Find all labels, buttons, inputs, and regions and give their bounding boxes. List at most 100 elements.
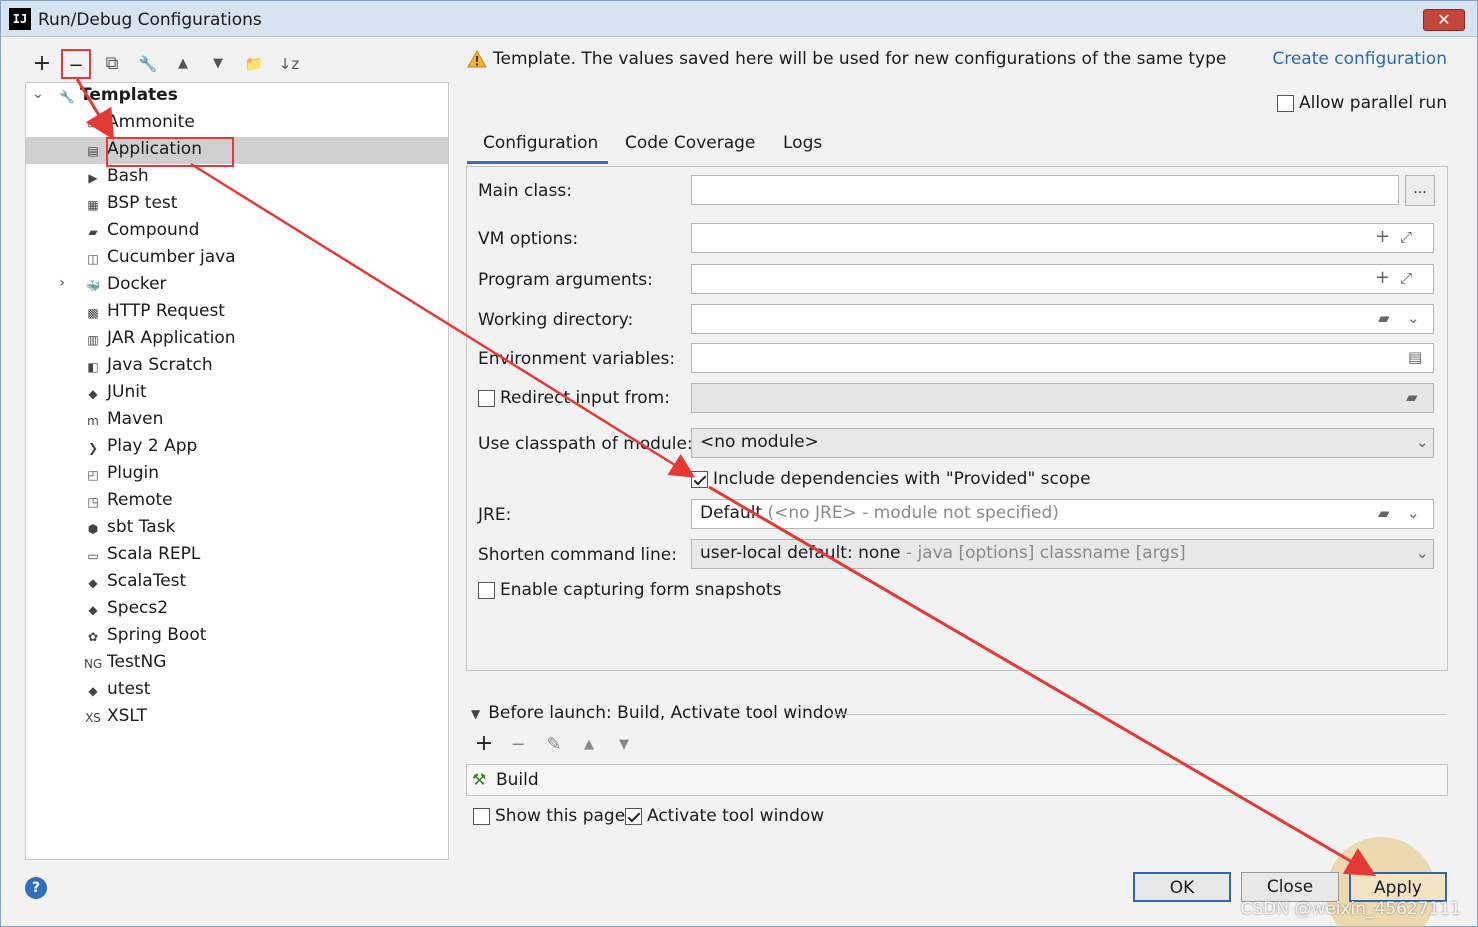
environment-variables-field[interactable]: ▤ (691, 343, 1434, 373)
bash-icon: ▶ (88, 171, 98, 185)
plus-icon[interactable]: + (1375, 226, 1390, 247)
folder-icon[interactable]: ▰ (1378, 504, 1390, 522)
browse-main-class-button[interactable]: ... (1405, 175, 1435, 206)
tree-item[interactable]: ◆ Specs2 (26, 596, 448, 623)
working-directory-field[interactable]: ▰ ⌄ (691, 304, 1434, 334)
tree-item[interactable]: XS XSLT (26, 704, 448, 731)
edit-task-icon[interactable]: ✎ (541, 734, 567, 755)
junit-icon: ◆ (88, 387, 98, 401)
chevron-down-icon[interactable]: ⌄ (30, 86, 46, 102)
tree-item[interactable]: ✿ Spring Boot (26, 623, 448, 650)
redirect-input-row[interactable]: Redirect input from: (478, 388, 670, 408)
enable-snapshots-row[interactable]: Enable capturing form snapshots (478, 580, 781, 600)
plus-icon[interactable]: + (1375, 267, 1390, 288)
tree-item[interactable]: ◫ Cucumber java (26, 245, 448, 272)
tree-item-label: Ammonite (107, 112, 195, 132)
enable-snapshots-label: Enable capturing form snapshots (500, 580, 782, 600)
expand-icon[interactable]: ⤢ (1400, 228, 1412, 246)
tree-item[interactable]: ◆ JUnit (26, 380, 448, 407)
show-this-page-checkbox[interactable] (473, 807, 490, 825)
chevron-down-icon[interactable]: ⌄ (1416, 433, 1429, 451)
tree-item[interactable]: › 🐳 Docker (26, 272, 448, 299)
shorten-hint: - java [options] classname [args] (905, 543, 1186, 563)
vm-options-field[interactable]: + ⤢ (691, 223, 1434, 253)
tree-root-templates[interactable]: ⌄ 🔧 Templates (26, 83, 448, 110)
document-icon[interactable]: ▤ (1408, 348, 1422, 366)
hammer-icon: ⚒ (472, 770, 487, 789)
tree-item[interactable]: ▭ Scala REPL (26, 542, 448, 569)
redirect-input-checkbox[interactable] (478, 389, 495, 407)
move-up-icon[interactable]: ▲ (168, 49, 198, 79)
tree-item[interactable]: ▭ Ammonite (26, 110, 448, 137)
tree-item[interactable]: ◳ Remote (26, 488, 448, 515)
create-configuration-link[interactable]: Create configuration (1272, 49, 1447, 69)
sort-icon[interactable]: ↓z (274, 49, 304, 79)
tab-logs[interactable]: Logs (783, 133, 822, 153)
include-dependencies-label: Include dependencies with "Provided" sco… (713, 469, 1091, 489)
tree-item-label: sbt Task (107, 517, 176, 537)
close-window-button[interactable]: ✕ (1423, 9, 1465, 31)
move-down-icon[interactable]: ▼ (203, 49, 233, 79)
tree-item[interactable]: NG TestNG (26, 650, 448, 677)
play-icon: ❯ (87, 441, 99, 455)
add-task-icon[interactable]: + (471, 731, 497, 756)
triangle-down-icon[interactable]: ▼ (471, 707, 480, 721)
close-button[interactable]: Close (1241, 872, 1339, 902)
tree-item-label: XSLT (107, 706, 147, 726)
folder-icon[interactable]: 📁 (239, 49, 269, 79)
chevron-down-icon[interactable]: ⌄ (1416, 544, 1429, 562)
expand-icon[interactable]: ⤢ (1400, 269, 1412, 287)
main-class-label: Main class: (478, 181, 572, 201)
apply-button[interactable]: Apply (1349, 872, 1447, 902)
classpath-module-select[interactable]: <no module> ⌄ (691, 428, 1434, 458)
wrench-icon: 🔧 (59, 90, 75, 104)
shorten-command-line-select[interactable]: user-local default: none - java [options… (691, 539, 1434, 569)
tree-item[interactable]: ▶ Bash (26, 164, 448, 191)
remove-icon[interactable]: − (61, 49, 91, 79)
application-icon: ▤ (87, 144, 99, 158)
tab-configuration[interactable]: Configuration (483, 133, 598, 153)
tree-item[interactable]: ◆ utest (26, 677, 448, 704)
tree-item-label: JAR Application (107, 328, 236, 348)
show-this-page-row[interactable]: Show this page (473, 806, 625, 826)
jar-icon: ▥ (87, 333, 99, 347)
remove-task-icon[interactable]: − (505, 734, 531, 755)
tree-item[interactable]: ❯ Play 2 App (26, 434, 448, 461)
tab-code-coverage[interactable]: Code Coverage (625, 133, 755, 153)
activate-tool-window-checkbox[interactable] (625, 807, 642, 825)
jre-field[interactable]: Default (<no JRE> - module not specified… (691, 499, 1434, 529)
tree-item[interactable]: ◆ ScalaTest (26, 569, 448, 596)
tree-item[interactable]: ⬢ sbt Task (26, 515, 448, 542)
chevron-right-icon[interactable]: › (54, 275, 70, 291)
enable-snapshots-checkbox[interactable] (478, 581, 495, 599)
tree-item[interactable]: ▩ HTTP Request (26, 299, 448, 326)
folder-icon[interactable]: ▰ (1378, 309, 1390, 327)
help-icon[interactable]: ? (25, 877, 47, 899)
activate-tool-window-row[interactable]: Activate tool window (625, 806, 824, 826)
allow-parallel-checkbox[interactable] (1277, 94, 1295, 112)
before-launch-header[interactable]: ▼ Before launch: Build, Activate tool win… (471, 703, 848, 723)
ok-button[interactable]: OK (1133, 872, 1231, 902)
include-dependencies-checkbox[interactable] (691, 470, 708, 488)
tree-item-label: utest (107, 679, 151, 699)
move-down-icon[interactable]: ▼ (611, 737, 637, 752)
include-dependencies-row[interactable]: Include dependencies with "Provided" sco… (691, 469, 1091, 489)
tree-item[interactable]: ◧ Java Scratch (26, 353, 448, 380)
wrench-icon[interactable]: 🔧 (133, 49, 163, 79)
tree-item[interactable]: m Maven (26, 407, 448, 434)
tree-item-label: Bash (107, 166, 149, 186)
tree-item[interactable]: ▰ Compound (26, 218, 448, 245)
tree-item[interactable]: ▤ Application (26, 137, 448, 164)
tree-item[interactable]: ▦ BSP test (26, 191, 448, 218)
add-icon[interactable]: + (27, 49, 57, 79)
program-arguments-field[interactable]: + ⤢ (691, 264, 1434, 294)
chevron-down-icon[interactable]: ⌄ (1407, 504, 1420, 522)
move-up-icon[interactable]: ▲ (576, 737, 602, 752)
shorten-value-wrap: user-local default: none - java [options… (700, 543, 1186, 563)
copy-icon[interactable]: ⧉ (97, 49, 127, 79)
tree-item[interactable]: ▥ JAR Application (26, 326, 448, 353)
tree-item[interactable]: ◰ Plugin (26, 461, 448, 488)
chevron-down-icon[interactable]: ⌄ (1407, 309, 1420, 327)
main-class-field[interactable] (691, 175, 1399, 205)
allow-parallel-run[interactable]: Allow parallel run (1277, 93, 1447, 113)
